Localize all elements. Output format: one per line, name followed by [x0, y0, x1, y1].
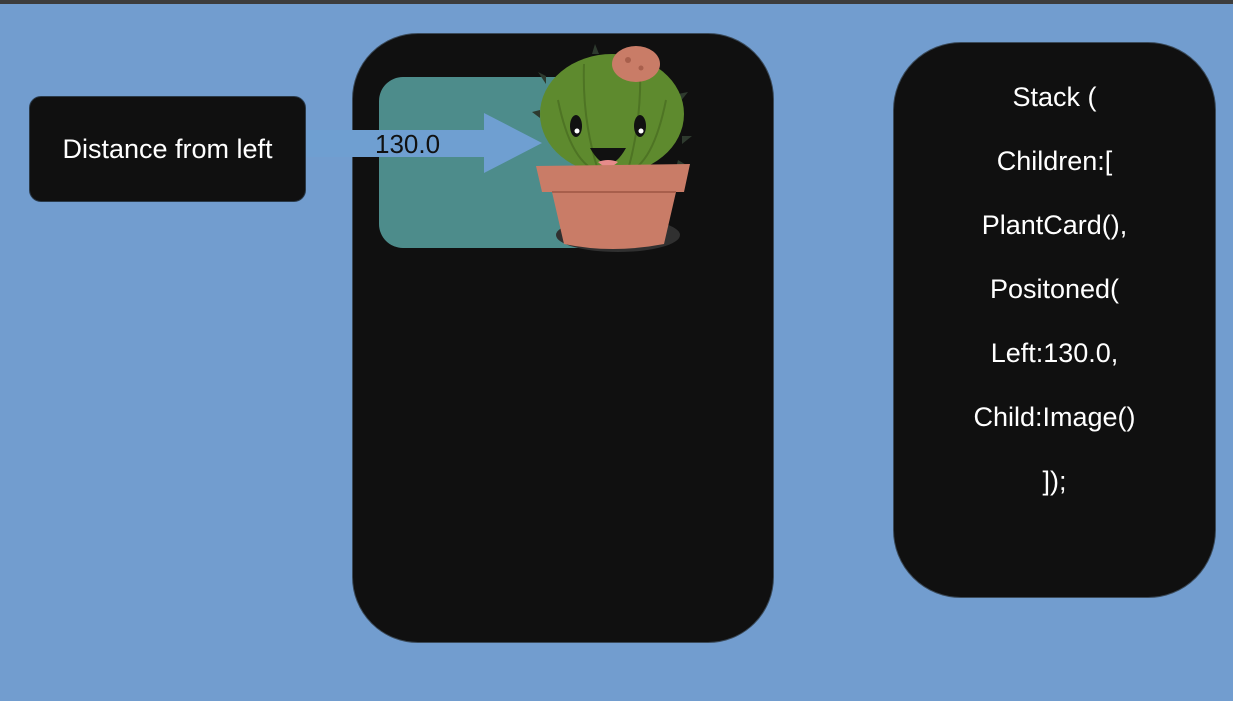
code-line: Positoned(: [989, 274, 1120, 304]
code-line: PlantCard(),: [981, 210, 1128, 240]
distance-value: 130.0: [375, 129, 441, 159]
code-line: Child:Image(): [973, 402, 1136, 432]
code-line: Children:[: [996, 146, 1113, 176]
code-line: Left:130.0,: [990, 338, 1119, 368]
window-top-strip: [0, 0, 1233, 4]
code-panel: [893, 42, 1216, 598]
distance-label: Distance from left: [62, 133, 273, 164]
code-line: ]);: [1042, 466, 1067, 496]
code-line: Stack (: [1012, 82, 1097, 112]
cactus-in-pot-icon: [532, 44, 692, 252]
distance-label-box: Distance from left: [29, 96, 306, 202]
